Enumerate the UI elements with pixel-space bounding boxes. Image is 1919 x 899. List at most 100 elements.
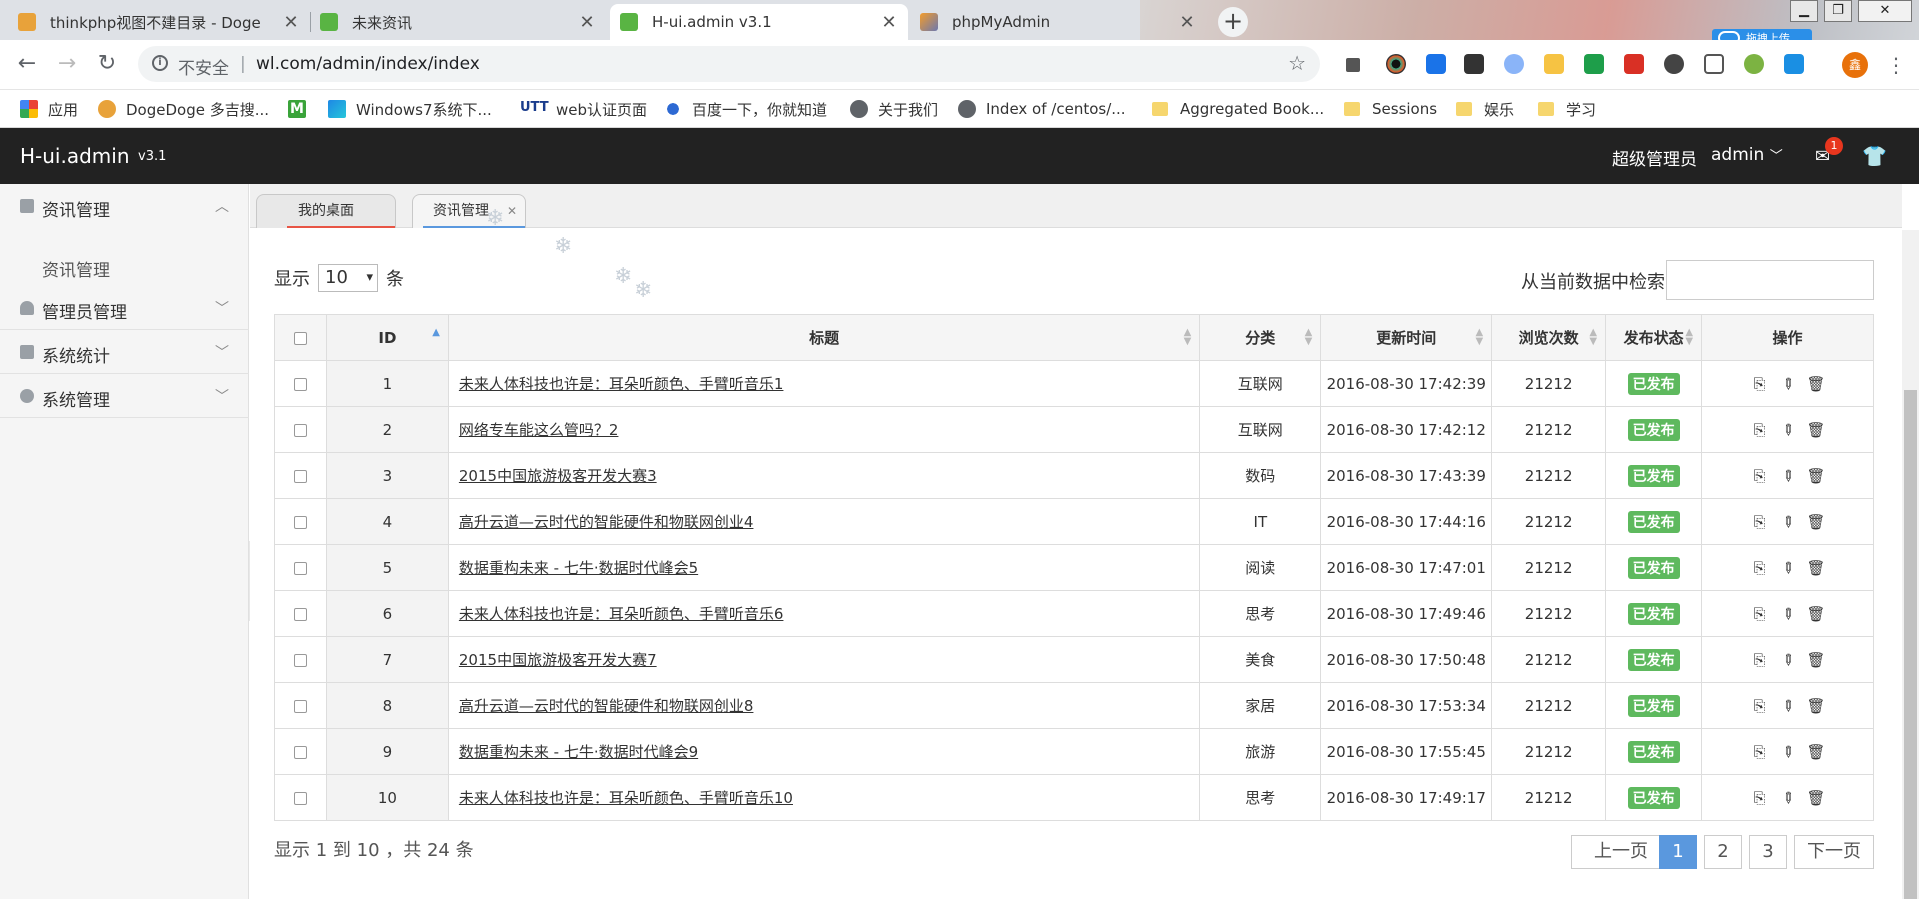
close-window-button[interactable]: ✕ bbox=[1858, 0, 1912, 22]
sidebar-item-stats[interactable]: 系统统计 ﹀ bbox=[0, 330, 249, 374]
row-checkbox[interactable] bbox=[293, 791, 307, 805]
row-title-link[interactable]: 高升云道—云时代的智能硬件和物联网创业4 bbox=[459, 513, 754, 531]
row-checkbox[interactable] bbox=[293, 653, 307, 667]
extension-color-icon[interactable] bbox=[1386, 54, 1406, 74]
forward-arrow-icon[interactable]: → bbox=[54, 52, 80, 78]
close-tab-icon[interactable]: ✕ bbox=[282, 12, 300, 33]
bookmark-folder-aggregated[interactable]: Aggregated Book... bbox=[1152, 99, 1324, 119]
extension-qr-icon[interactable] bbox=[1346, 58, 1360, 72]
bookmark-centos[interactable]: Index of /centos/... bbox=[958, 99, 1126, 119]
delete-trash-icon[interactable]: 🗑 bbox=[1807, 467, 1826, 485]
row-title-link[interactable]: 2015中国旅游极客开发大赛7 bbox=[459, 651, 657, 669]
edit-pencil-icon[interactable]: ✎ bbox=[1775, 371, 1800, 396]
info-icon[interactable]: i bbox=[152, 55, 168, 71]
extension-shield-icon[interactable] bbox=[1584, 54, 1604, 74]
url-text[interactable]: wl.com/admin/index/index bbox=[256, 54, 480, 74]
bookmark-baidu[interactable]: 百度一下，你就知道 bbox=[664, 99, 827, 119]
row-title-link[interactable]: 未来人体科技也许是：耳朵听颜色、手臂听音乐1 bbox=[459, 375, 784, 393]
row-title-link[interactable]: 未来人体科技也许是：耳朵听颜色、手臂听音乐10 bbox=[459, 789, 793, 807]
row-checkbox[interactable] bbox=[293, 515, 307, 529]
delete-trash-icon[interactable]: 🗑 bbox=[1807, 375, 1826, 393]
browser-tab-phpmyadmin[interactable]: phpMyAdmin ✕ bbox=[910, 4, 1206, 40]
delete-trash-icon[interactable]: 🗑 bbox=[1807, 421, 1826, 439]
delete-trash-icon[interactable]: 🗑 bbox=[1807, 559, 1826, 577]
unpublish-icon[interactable]: ⎘ bbox=[1751, 375, 1769, 393]
bookmark-apps[interactable]: 应用 bbox=[20, 99, 78, 119]
row-checkbox[interactable] bbox=[293, 377, 307, 391]
row-title-link[interactable]: 数据重构未来 - 七牛·数据时代峰会5 bbox=[459, 559, 698, 577]
cloud-upload-widget[interactable]: 拖拽上传 bbox=[1712, 29, 1812, 40]
column-header-status[interactable]: 发布状态 ▲ ▼ bbox=[1605, 314, 1703, 361]
pagination-page-1[interactable]: 1 bbox=[1659, 835, 1697, 869]
edit-pencil-icon[interactable]: ✎ bbox=[1775, 739, 1800, 764]
select-all-checkbox[interactable] bbox=[293, 331, 307, 345]
unpublish-icon[interactable]: ⎘ bbox=[1751, 651, 1769, 669]
row-checkbox[interactable] bbox=[293, 561, 307, 575]
skin-shirt-icon[interactable]: 👕 bbox=[1862, 144, 1887, 168]
edit-pencil-icon[interactable]: ✎ bbox=[1775, 601, 1800, 626]
tab-my-desktop[interactable]: 我的桌面 bbox=[256, 194, 396, 228]
edit-pencil-icon[interactable]: ✎ bbox=[1775, 693, 1800, 718]
row-checkbox[interactable] bbox=[293, 423, 307, 437]
edit-pencil-icon[interactable]: ✎ bbox=[1775, 509, 1800, 534]
sidebar-item-news[interactable]: 资讯管理 ︿ bbox=[0, 184, 249, 228]
more-menu-icon[interactable]: ⋮ bbox=[1886, 50, 1906, 80]
bookmark-folder-entertainment[interactable]: 娱乐 bbox=[1456, 99, 1514, 119]
close-tab-icon[interactable]: ✕ bbox=[880, 12, 898, 33]
pagination-page-3[interactable]: 3 bbox=[1749, 835, 1787, 869]
unpublish-icon[interactable]: ⎘ bbox=[1751, 789, 1769, 807]
extension-y-icon[interactable] bbox=[1426, 54, 1446, 74]
extension-star-icon[interactable] bbox=[1544, 54, 1564, 74]
row-checkbox[interactable] bbox=[293, 699, 307, 713]
bookmark-dogedoge[interactable]: DogeDoge 多吉搜... bbox=[98, 99, 269, 119]
close-tab-icon[interactable]: ✕ bbox=[507, 195, 517, 227]
column-header-updated[interactable]: 更新时间 ▲ ▼ bbox=[1320, 314, 1493, 361]
browser-tab-news[interactable]: 未来资讯 ✕ bbox=[310, 4, 606, 40]
unpublish-icon[interactable]: ⎘ bbox=[1751, 697, 1769, 715]
bookmark-folder-study[interactable]: 学习 bbox=[1538, 99, 1596, 119]
delete-trash-icon[interactable]: 🗑 bbox=[1807, 651, 1826, 669]
unpublish-icon[interactable]: ⎘ bbox=[1751, 421, 1769, 439]
profile-avatar[interactable]: 鑫 bbox=[1842, 52, 1868, 78]
bookmark-about[interactable]: 关于我们 bbox=[850, 99, 938, 119]
close-tab-icon[interactable]: ✕ bbox=[1178, 12, 1196, 33]
bookmark-m[interactable]: M bbox=[288, 99, 306, 119]
column-header-id[interactable]: ID ▲ bbox=[325, 314, 449, 361]
url-field[interactable]: i 不安全 | wl.com/admin/index/index ☆ bbox=[138, 46, 1320, 82]
search-input[interactable] bbox=[1666, 260, 1874, 300]
tab-news-management[interactable]: 资讯管理 ✕ bbox=[412, 194, 526, 228]
column-header-views[interactable]: 浏览次数 ▲ ▼ bbox=[1491, 314, 1607, 361]
edit-pencil-icon[interactable]: ✎ bbox=[1775, 785, 1800, 810]
extension-dark-icon[interactable] bbox=[1464, 54, 1484, 74]
delete-trash-icon[interactable]: 🗑 bbox=[1807, 513, 1826, 531]
unpublish-icon[interactable]: ⎘ bbox=[1751, 467, 1769, 485]
pagination-next-button[interactable]: 下一页 bbox=[1794, 835, 1874, 869]
delete-trash-icon[interactable]: 🗑 bbox=[1807, 789, 1826, 807]
unpublish-icon[interactable]: ⎘ bbox=[1751, 743, 1769, 761]
edit-pencil-icon[interactable]: ✎ bbox=[1775, 417, 1800, 442]
row-checkbox[interactable] bbox=[293, 607, 307, 621]
sidebar-item-system[interactable]: 系统管理 ﹀ bbox=[0, 374, 249, 418]
delete-trash-icon[interactable]: 🗑 bbox=[1807, 605, 1826, 623]
browser-tab-admin[interactable]: H-ui.admin v3.1 ✕ bbox=[610, 4, 908, 40]
minimize-button[interactable]: ▁ bbox=[1790, 0, 1818, 22]
edit-pencil-icon[interactable]: ✎ bbox=[1775, 463, 1800, 488]
row-title-link[interactable]: 网络专车能这么管吗？2 bbox=[459, 421, 619, 439]
extension-globe-icon[interactable] bbox=[1744, 54, 1764, 74]
column-header-category[interactable]: 分类 ▲ ▼ bbox=[1199, 314, 1322, 361]
delete-trash-icon[interactable]: 🗑 bbox=[1807, 743, 1826, 761]
page-length-select[interactable]: 10 bbox=[318, 264, 378, 292]
row-title-link[interactable]: 未来人体科技也许是：耳朵听颜色、手臂听音乐6 bbox=[459, 605, 784, 623]
new-tab-button[interactable]: + bbox=[1218, 7, 1248, 37]
row-title-link[interactable]: 2015中国旅游极客开发大赛3 bbox=[459, 467, 657, 485]
unpublish-icon[interactable]: ⎘ bbox=[1751, 605, 1769, 623]
edit-pencil-icon[interactable]: ✎ bbox=[1775, 647, 1800, 672]
close-tab-icon[interactable]: ✕ bbox=[578, 12, 596, 33]
scrollbar-thumb[interactable] bbox=[1904, 390, 1917, 899]
pagination-prev-button[interactable]: 上一页 bbox=[1571, 835, 1671, 869]
reload-icon[interactable]: ↻ bbox=[94, 52, 120, 78]
sidebar-subitem-news[interactable]: 资讯管理 bbox=[42, 256, 110, 281]
browser-tab-doge[interactable]: thinkphp视图不建目录 - Doge ✕ bbox=[8, 4, 311, 40]
extension-round-icon[interactable] bbox=[1504, 54, 1524, 74]
column-header-title[interactable]: 标题 ▲ ▼ bbox=[447, 314, 1201, 361]
